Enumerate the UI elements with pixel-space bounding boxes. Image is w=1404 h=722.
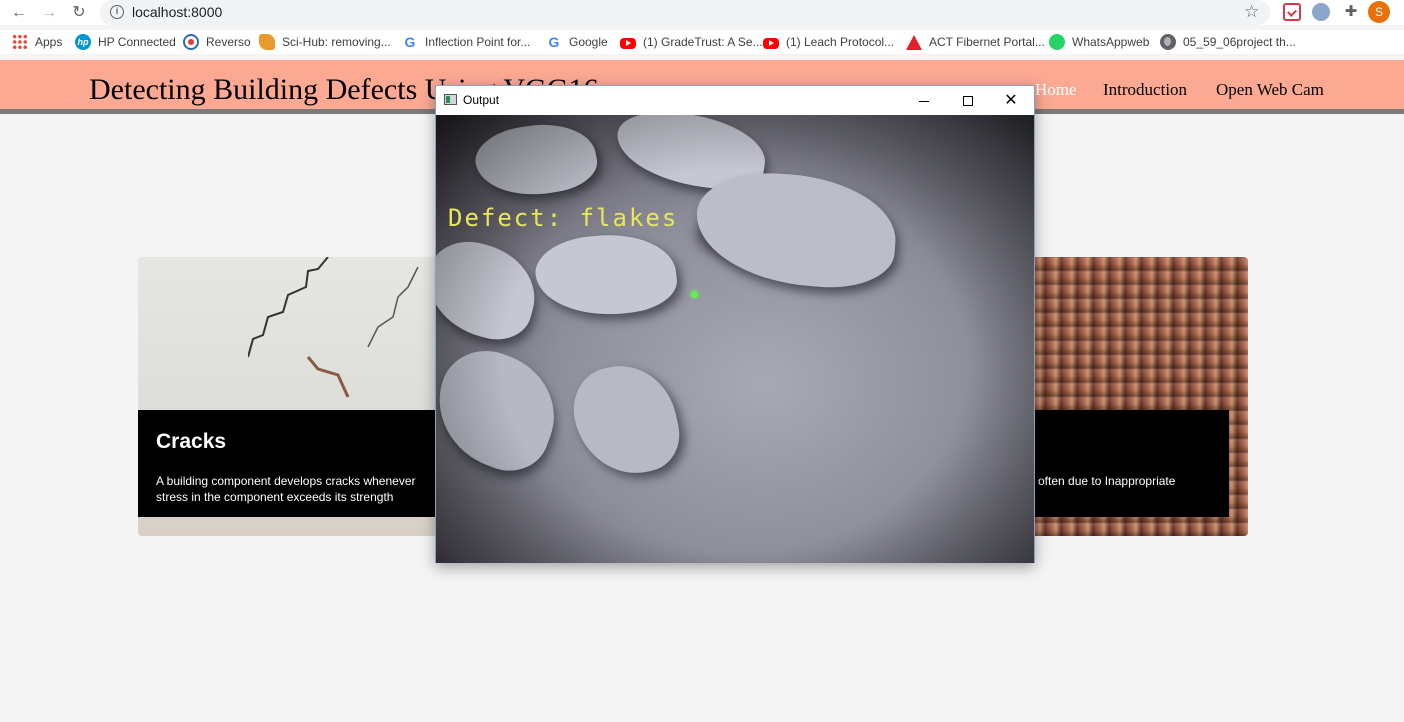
youtube-icon	[620, 37, 636, 49]
google-icon: G	[548, 34, 560, 50]
forward-arrow-icon[interactable]: →	[39, 3, 59, 23]
bookmark-star-icon[interactable]: ☆	[1244, 2, 1259, 22]
minimize-icon	[919, 100, 929, 102]
bookmark-gradetrust[interactable]: (1) GradeTrust: A Se...	[620, 33, 763, 51]
whatsapp-icon	[1049, 34, 1065, 50]
window-app-icon	[444, 94, 457, 105]
site-info-icon[interactable]: i	[110, 5, 124, 19]
nav-open-web-cam-link[interactable]: Open Web Cam	[1216, 80, 1324, 100]
puzzle-extensions-icon[interactable]: ✚	[1342, 3, 1360, 21]
back-arrow-icon[interactable]: ←	[9, 3, 29, 23]
act-icon	[906, 34, 922, 50]
url-text[interactable]: localhost:8000	[132, 4, 222, 20]
extension-icon[interactable]	[1312, 3, 1330, 21]
bookmark-hp-connected[interactable]: hp HP Connected	[75, 33, 176, 51]
defect-card-roof[interactable]: often due to Inappropriate	[1030, 257, 1248, 536]
globe-icon	[1160, 34, 1176, 50]
google-icon: G	[404, 34, 416, 50]
nav-introduction-link[interactable]: Introduction	[1103, 80, 1187, 100]
bookmark-scihub[interactable]: Sci-Hub: removing...	[259, 33, 391, 51]
close-icon: ✕	[1004, 92, 1018, 109]
bookmark-act-fibernet[interactable]: ACT Fibernet Portal...	[906, 33, 1045, 51]
window-title: Output	[463, 93, 500, 107]
reload-icon[interactable]: ↻	[69, 3, 89, 23]
bookmark-leach-protocol[interactable]: (1) Leach Protocol...	[763, 33, 894, 51]
crack-image	[248, 257, 419, 398]
output-window[interactable]: Output ✕ Defect: flakes	[435, 85, 1035, 563]
bookmarks-bar: Apps hp HP Connected Reverso Sci-Hub: rem…	[0, 30, 1404, 54]
apps-grid-icon	[12, 34, 28, 50]
youtube-icon	[763, 37, 779, 49]
maximize-icon	[963, 96, 973, 107]
close-button[interactable]: ✕	[989, 86, 1033, 115]
reverso-icon	[183, 34, 199, 50]
bookmark-inflection-point[interactable]: G Inflection Point for...	[402, 33, 531, 51]
webcam-feed: Defect: flakes	[436, 115, 1034, 563]
hp-icon: hp	[75, 34, 91, 50]
maximize-button[interactable]	[946, 86, 990, 115]
card-description: often due to Inappropriate	[1038, 474, 1176, 488]
bookmark-google[interactable]: G Google	[546, 33, 608, 51]
bookmark-reverso[interactable]: Reverso	[183, 33, 251, 51]
nav-home-link[interactable]: Home	[1035, 80, 1077, 100]
browser-toolbar: ← → ↻ i localhost:8000 ☆ ✚ S	[0, 0, 1404, 25]
window-titlebar[interactable]: Output ✕	[436, 86, 1034, 115]
profile-avatar[interactable]: S	[1368, 1, 1390, 23]
card-overlay: Cracks A building component develops cra…	[138, 410, 438, 517]
bookmark-whatsappweb[interactable]: WhatsAppweb	[1049, 33, 1149, 51]
scihub-icon	[259, 34, 275, 50]
defect-card-cracks[interactable]: Cracks A building component develops cra…	[138, 257, 438, 536]
bookmark-project[interactable]: 05_59_06project th...	[1160, 33, 1296, 51]
defect-prediction-label: Defect: flakes	[448, 204, 679, 232]
tracking-dot	[691, 291, 698, 298]
card-overlay: often due to Inappropriate	[1030, 410, 1229, 517]
pocket-extension-icon[interactable]	[1283, 3, 1301, 21]
vignette	[436, 115, 1034, 563]
card-title: Cracks	[156, 430, 227, 453]
address-bar[interactable]: i localhost:8000	[100, 0, 1270, 25]
minimize-button[interactable]	[902, 86, 946, 115]
card-description: A building component develops cracks whe…	[156, 474, 416, 504]
bookmark-apps[interactable]: Apps	[12, 33, 62, 51]
